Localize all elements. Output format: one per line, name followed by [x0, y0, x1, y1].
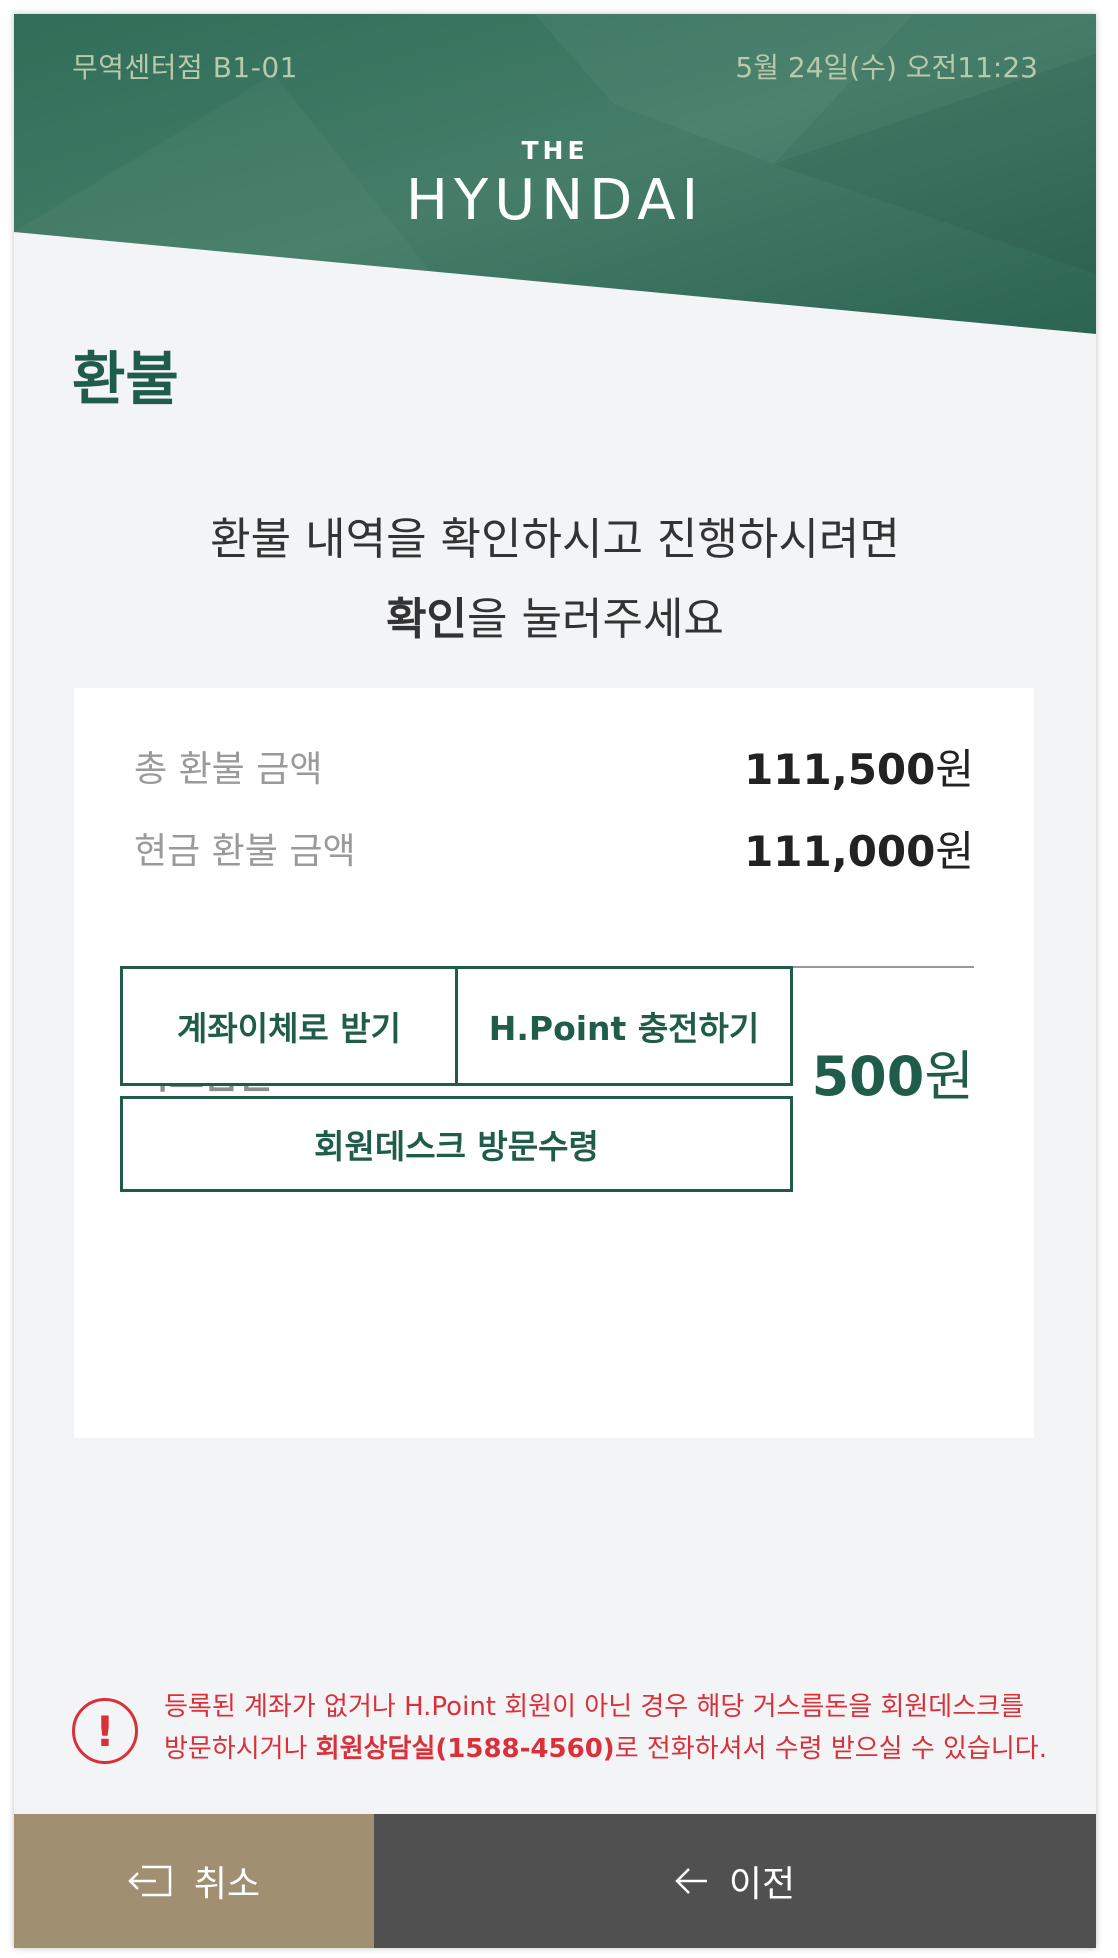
change-value: 500 — [811, 1044, 925, 1108]
total-refund-label: 총 환불 금액 — [134, 749, 323, 790]
hpoint-charge-button[interactable]: H.Point 충전하기 — [455, 966, 793, 1086]
guide-line-2-rest: 을 눌러주세요 — [467, 594, 724, 645]
notice-text: 등록된 계좌가 없거나 H.Point 회원이 아닌 경우 해당 거스름돈을 회… — [164, 1686, 1064, 1770]
logo-the: THE — [521, 136, 589, 165]
exclamation-icon: ! — [72, 1698, 138, 1764]
currency-unit: 원 — [935, 826, 974, 876]
notice-line-2-start: 방문하시거나 — [164, 1734, 316, 1764]
store-location: 무역센터점 B1-01 — [72, 51, 298, 84]
notice-contact: 회원상담실(1588-4560) — [315, 1734, 615, 1764]
page-title: 환불 — [72, 345, 179, 413]
total-refund-value: 111,500 — [744, 744, 936, 794]
currency-unit: 원 — [924, 1044, 974, 1108]
previous-button[interactable]: 이전 — [374, 1814, 1096, 1948]
cash-refund-amount: 111,000원 — [744, 818, 974, 879]
cancel-button[interactable]: 취소 — [14, 1814, 374, 1948]
bank-transfer-button[interactable]: 계좌이체로 받기 — [120, 966, 458, 1086]
notice-line-2-end: 로 전화하셔서 수령 받으실 수 있습니다. — [614, 1734, 1047, 1764]
guide-line-1: 환불 내역을 확인하시고 진행하시려면 — [210, 514, 900, 565]
currency-unit: 원 — [935, 744, 974, 794]
header: 무역센터점 B1-01 5월 24일(수) 오전11:23 THE HYUNDA… — [14, 14, 1096, 334]
logo-hyundai: HYUNDAI — [405, 168, 705, 233]
guide-confirm-word: 확인 — [386, 594, 468, 645]
total-refund-row: 총 환불 금액 111,500원 — [134, 736, 974, 796]
current-datetime: 5월 24일(수) 오전11:23 — [735, 51, 1038, 84]
change-amount: 500원 — [812, 1032, 974, 1111]
notice-line-2: 방문하시거나 회원상담실(1588-4560)로 전화하셔서 수령 받으실 수 … — [164, 1728, 1064, 1770]
notice-line-1: 등록된 계좌가 없거나 H.Point 회원이 아닌 경우 해당 거스름돈을 회… — [164, 1692, 1024, 1722]
total-refund-amount: 111,500원 — [744, 736, 974, 797]
previous-label: 이전 — [728, 1864, 796, 1905]
member-desk-pickup-button[interactable]: 회원데스크 방문수령 — [120, 1096, 793, 1192]
guide-text: 환불 내역을 확인하시고 진행하시려면 확인을 눌러주세요 — [14, 500, 1096, 660]
cancel-label: 취소 — [193, 1864, 261, 1905]
receipt-edge — [74, 1438, 1034, 1452]
guide-line-2: 확인을 눌러주세요 — [14, 580, 1096, 660]
cash-refund-value: 111,000 — [744, 826, 936, 876]
exit-icon — [128, 1865, 172, 1897]
cash-refund-row: 현금 환불 금액 111,000원 — [134, 818, 974, 878]
cash-refund-label: 현금 환불 금액 — [134, 831, 356, 872]
arrow-left-icon — [675, 1868, 707, 1894]
kiosk-screen: 무역센터점 B1-01 5월 24일(수) 오전11:23 THE HYUNDA… — [14, 14, 1096, 1948]
